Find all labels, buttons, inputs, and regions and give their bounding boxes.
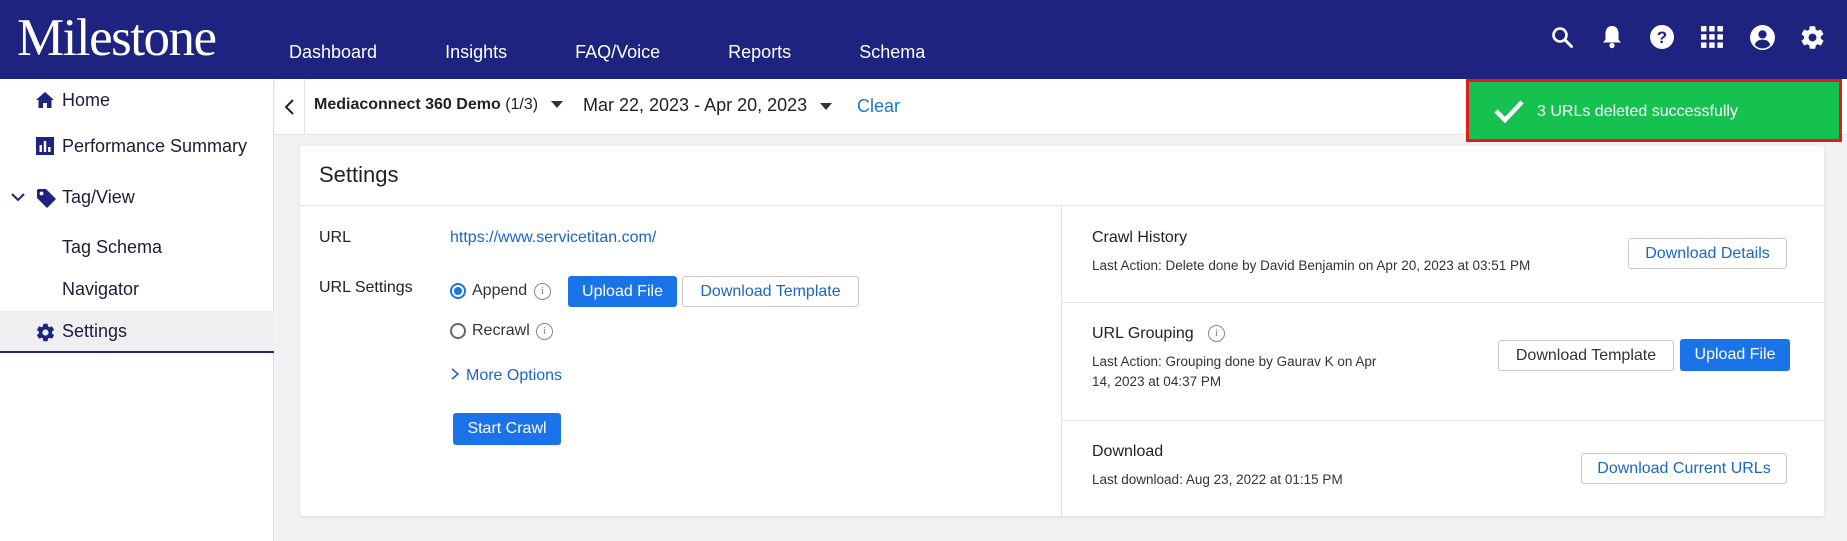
info-icon[interactable]: i bbox=[1208, 325, 1225, 342]
settings-card: Settings URL https://www.servicetitan.co… bbox=[300, 146, 1824, 516]
tag-icon bbox=[35, 187, 56, 208]
append-label[interactable]: Append bbox=[472, 282, 527, 300]
apps-grid-icon[interactable] bbox=[1697, 22, 1727, 52]
download-current-urls-button[interactable]: Download Current URLs bbox=[1581, 453, 1787, 484]
divider bbox=[1062, 302, 1824, 303]
clear-filters-button[interactable]: Clear bbox=[857, 96, 900, 117]
home-icon bbox=[35, 90, 55, 110]
recrawl-label[interactable]: Recrawl bbox=[472, 322, 530, 340]
sidebar-item-label: Navigator bbox=[62, 278, 140, 299]
append-radio[interactable] bbox=[450, 283, 466, 299]
date-range-text: Mar 22, 2023 - Apr 20, 2023 bbox=[583, 95, 808, 115]
top-icons: ? bbox=[1527, 22, 1827, 52]
upload-file-button[interactable]: Upload File bbox=[568, 276, 677, 307]
toast-message: 3 URLs deleted successfully bbox=[1537, 103, 1738, 120]
crawl-history-desc: Last Action: Delete done by David Benjam… bbox=[1092, 258, 1531, 273]
url-label: URL bbox=[319, 229, 352, 246]
more-options-label: More Options bbox=[466, 367, 563, 384]
collapse-sidebar-button[interactable] bbox=[275, 79, 305, 135]
chevron-left-icon bbox=[284, 99, 294, 115]
crawl-history-title: Crawl History bbox=[1092, 229, 1188, 246]
top-navbar: Milestone Dashboard Insights FAQ/Voice R… bbox=[0, 0, 1847, 79]
sidebar: Home Performance Summary Tag/View Tag Sc… bbox=[0, 79, 274, 541]
account-count: (1/3) bbox=[505, 96, 539, 113]
caret-down-icon bbox=[550, 101, 563, 109]
url-grouping-desc-line: 14, 2023 at 04:37 PM bbox=[1092, 374, 1222, 389]
milestone-logo[interactable]: Milestone bbox=[17, 8, 217, 68]
sidebar-item-tag-schema[interactable]: Tag Schema bbox=[0, 226, 274, 268]
chevron-down-icon[interactable] bbox=[10, 189, 26, 210]
divider bbox=[1061, 206, 1062, 516]
sidebar-item-label: Tag/View bbox=[62, 186, 135, 207]
search-icon[interactable] bbox=[1547, 22, 1577, 52]
download-details-button[interactable]: Download Details bbox=[1628, 238, 1787, 269]
help-icon[interactable]: ? bbox=[1647, 22, 1677, 52]
sidebar-item-label: Home bbox=[62, 89, 111, 110]
date-range-selector[interactable]: Mar 22, 2023 - Apr 20, 2023 bbox=[583, 95, 833, 116]
grouping-upload-file-button[interactable]: Upload File bbox=[1680, 339, 1790, 371]
svg-text:?: ? bbox=[1657, 28, 1667, 47]
chevron-right-icon bbox=[451, 368, 460, 380]
nav-faq-voice[interactable]: FAQ/Voice bbox=[575, 16, 660, 63]
info-icon[interactable]: i bbox=[536, 323, 553, 340]
sidebar-item-settings[interactable]: Settings bbox=[0, 311, 274, 353]
checkmark-icon bbox=[1493, 98, 1525, 129]
settings-gear-icon[interactable] bbox=[1797, 22, 1827, 52]
page-title: Settings bbox=[319, 162, 399, 187]
url-settings-label: URL Settings bbox=[319, 279, 413, 296]
nav-dashboard[interactable]: Dashboard bbox=[289, 16, 377, 63]
bar-chart-icon bbox=[35, 136, 55, 156]
more-options-toggle[interactable]: More Options bbox=[450, 367, 562, 385]
info-icon[interactable]: i bbox=[534, 283, 551, 300]
sidebar-item-tag-view[interactable]: Tag/View bbox=[0, 176, 274, 218]
account-selector[interactable]: Mediaconnect 360 Demo (1/3) bbox=[314, 96, 563, 114]
sidebar-item-label: Performance Summary bbox=[62, 135, 248, 156]
recrawl-radio[interactable] bbox=[450, 323, 466, 339]
start-crawl-button[interactable]: Start Crawl bbox=[453, 413, 561, 445]
sidebar-item-performance-summary[interactable]: Performance Summary bbox=[0, 125, 274, 167]
main-nav: Dashboard Insights FAQ/Voice Reports Sch… bbox=[289, 0, 993, 79]
sidebar-item-navigator[interactable]: Navigator bbox=[0, 268, 274, 310]
sidebar-item-label: Settings bbox=[62, 320, 128, 341]
account-name: Mediaconnect 360 Demo bbox=[314, 96, 501, 113]
grouping-download-template-button[interactable]: Download Template bbox=[1498, 340, 1674, 371]
download-template-button[interactable]: Download Template bbox=[682, 276, 859, 307]
divider bbox=[1062, 420, 1824, 421]
nav-schema[interactable]: Schema bbox=[859, 16, 925, 63]
account-icon[interactable] bbox=[1747, 22, 1777, 52]
url-link[interactable]: https://www.servicetitan.com/ bbox=[450, 229, 656, 247]
download-title: Download bbox=[1092, 443, 1164, 460]
download-desc: Last download: Aug 23, 2022 at 01:15 PM bbox=[1092, 472, 1343, 487]
success-toast: 3 URLs deleted successfully bbox=[1466, 79, 1842, 142]
url-grouping-title: URL Grouping bbox=[1092, 325, 1194, 342]
caret-down-icon bbox=[820, 102, 833, 110]
divider bbox=[300, 205, 1824, 206]
nav-insights[interactable]: Insights bbox=[445, 16, 507, 63]
gear-icon bbox=[35, 322, 55, 342]
bell-icon[interactable] bbox=[1597, 22, 1627, 52]
sidebar-item-home[interactable]: Home bbox=[0, 79, 274, 121]
sidebar-item-label: Tag Schema bbox=[62, 236, 163, 257]
url-grouping-desc: Last Action: Grouping done by Gaurav K o… bbox=[1092, 352, 1376, 392]
url-grouping-desc-line: Last Action: Grouping done by Gaurav K o… bbox=[1092, 354, 1377, 369]
nav-reports[interactable]: Reports bbox=[728, 16, 791, 63]
